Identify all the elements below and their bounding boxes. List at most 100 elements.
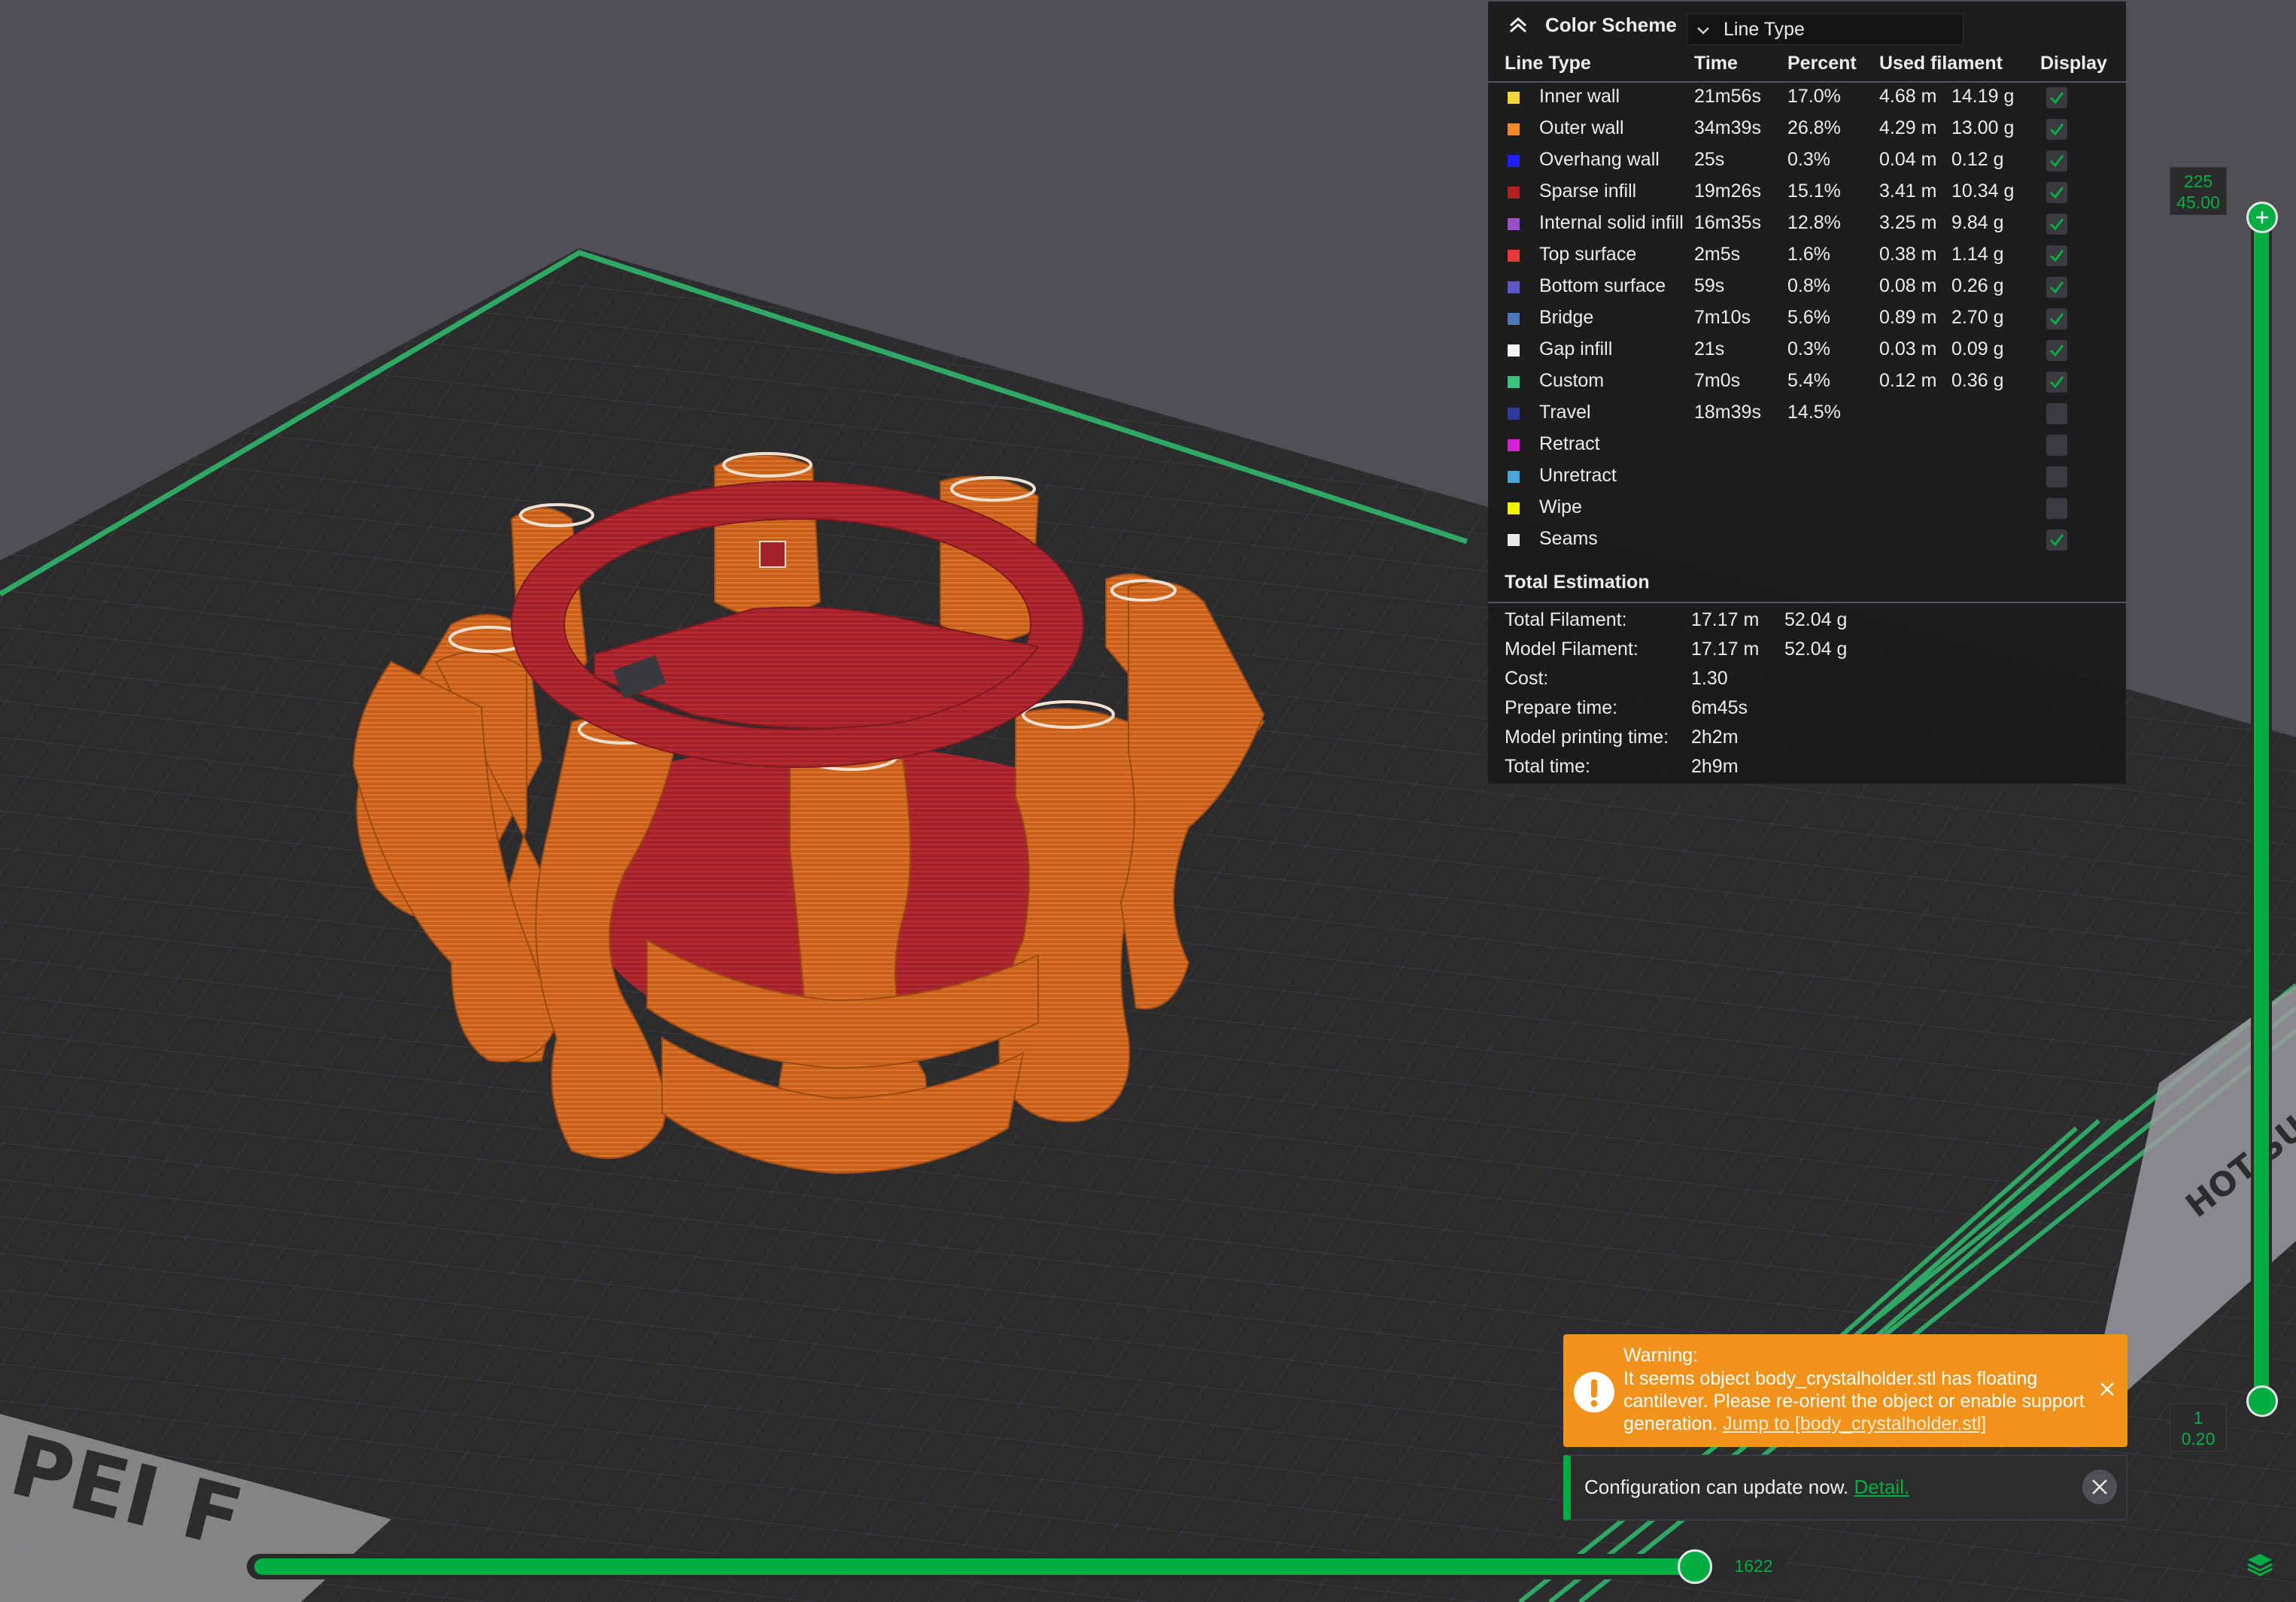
legend-row-name: Bridge <box>1539 307 1594 328</box>
estimation-value: 2h9m <box>1691 756 1739 777</box>
legend-row-length: 0.08 m <box>1879 275 1937 296</box>
estimation-value: 17.17 m <box>1691 639 1760 660</box>
legend-row-name: Inner wall <box>1539 86 1620 107</box>
display-checkbox[interactable] <box>2046 277 2067 298</box>
move-slider-value: 1622 <box>1721 1549 1786 1582</box>
bottom-layer-number: 1 <box>2193 1408 2203 1428</box>
legend-row-percent: 0.8% <box>1787 275 1830 296</box>
checkmark-icon <box>2049 187 2064 199</box>
legend-row-percent: 14.5% <box>1787 402 1841 423</box>
estimation-value-2: 52.04 g <box>1784 639 1848 660</box>
legend-row-name: Custom <box>1539 370 1605 391</box>
legend-row-weight: 13.00 g <box>1951 117 2015 138</box>
legend-row-name: Gap infill <box>1539 338 1613 360</box>
estimation-label: Total time: <box>1505 756 1590 777</box>
display-checkbox[interactable] <box>2046 182 2067 203</box>
legend-row-weight: 0.26 g <box>1951 275 2004 296</box>
config-update-notification: Configuration can update now. Detail. <box>1563 1455 2127 1521</box>
legend-row-length: 0.12 m <box>1879 370 1937 391</box>
legend-row: Custom 7m0s 5.4% 0.12 m 0.36 g <box>1488 367 2126 399</box>
legend-color-swatch <box>1508 250 1520 262</box>
legend-row-weight: 0.36 g <box>1951 370 2004 391</box>
estimation-value: 17.17 m <box>1691 609 1760 630</box>
legend-row-length: 0.89 m <box>1879 307 1937 328</box>
plus-icon <box>2256 211 2268 223</box>
layers-icon[interactable] <box>2245 1549 2275 1579</box>
close-icon <box>2092 1479 2107 1494</box>
legend-row: Unretract <box>1488 462 2126 493</box>
estimation-value: 2h2m <box>1691 727 1739 748</box>
legend-row-percent: 0.3% <box>1787 338 1830 360</box>
estimation-value-2: 52.04 g <box>1784 609 1848 630</box>
col-percent: Percent <box>1787 53 1857 74</box>
display-checkbox[interactable] <box>2046 245 2067 266</box>
legend-row-percent: 5.6% <box>1787 307 1830 328</box>
legend-color-swatch <box>1508 376 1520 388</box>
display-checkbox[interactable] <box>2046 466 2067 487</box>
legend-row-time: 2m5s <box>1694 244 1741 265</box>
legend-color-swatch <box>1508 534 1520 546</box>
checkmark-icon <box>2049 313 2064 326</box>
legend-row: Top surface 2m5s 1.6% 0.38 m 1.14 g <box>1488 241 2126 272</box>
display-checkbox[interactable] <box>2046 435 2067 456</box>
legend-row-weight: 2.70 g <box>1951 307 2004 328</box>
total-estimation-row: Model Filament: 17.17 m 52.04 g <box>1488 639 2126 667</box>
config-close-button[interactable] <box>2082 1470 2117 1504</box>
legend-column-headers: Line Type Time Percent Used filament Dis… <box>1488 50 2126 83</box>
display-checkbox[interactable] <box>2046 150 2067 171</box>
legend-row-time: 34m39s <box>1694 117 1761 138</box>
jump-to-object-link[interactable]: Jump to [body_crystalholder.stl] <box>1723 1413 1986 1434</box>
legend-row-name: Wipe <box>1539 496 1582 517</box>
layer-slider-top-thumb[interactable] <box>2246 202 2278 233</box>
legend-row-name: Retract <box>1539 433 1600 454</box>
estimation-label: Model printing time: <box>1505 727 1669 748</box>
chevron-down-icon <box>1697 27 1709 35</box>
layer-slider-range <box>2254 220 2269 1400</box>
legend-color-swatch <box>1508 218 1520 230</box>
checkmark-icon <box>2049 92 2064 105</box>
display-checkbox[interactable] <box>2046 308 2067 329</box>
move-slider-range <box>254 1558 1700 1575</box>
collapse-chevron-icon[interactable] <box>1508 15 1529 35</box>
total-estimation-row: Cost: 1.30 <box>1488 668 2126 696</box>
display-checkbox[interactable] <box>2046 498 2067 519</box>
display-checkbox[interactable] <box>2046 119 2067 140</box>
top-layer-height: 45.00 <box>2176 193 2220 212</box>
legend-row: Wipe <box>1488 493 2126 525</box>
close-icon[interactable] <box>2099 1381 2115 1397</box>
exclamation-icon <box>1574 1372 1614 1412</box>
legend-color-swatch <box>1508 344 1520 357</box>
legend-row: Seams <box>1488 525 2126 557</box>
display-checkbox[interactable] <box>2046 403 2067 424</box>
config-detail-link[interactable]: Detail. <box>1854 1476 1910 1498</box>
legend-row-percent: 12.8% <box>1787 212 1841 233</box>
config-message: Configuration can update now. <box>1584 1476 1849 1498</box>
checkmark-icon <box>2049 155 2064 168</box>
legend-row-time: 59s <box>1694 275 1725 296</box>
legend-row: Internal solid infill 16m35s 12.8% 3.25 m 9.… <box>1488 209 2126 241</box>
display-checkbox[interactable] <box>2046 372 2067 393</box>
display-checkbox[interactable] <box>2046 214 2067 235</box>
legend-row-percent: 0.3% <box>1787 149 1830 170</box>
total-estimation-row: Prepare time: 6m45s <box>1488 697 2126 726</box>
legend-row: Inner wall 21m56s 17.0% 4.68 m 14.19 g <box>1488 83 2126 114</box>
layer-slider-top-label: 225 45.00 <box>2170 167 2227 215</box>
legend-row-time: 25s <box>1694 149 1725 170</box>
display-checkbox[interactable] <box>2046 529 2067 551</box>
move-slider-thumb[interactable] <box>1678 1549 1712 1584</box>
checkmark-icon <box>2049 534 2064 547</box>
legend-row: Bottom surface 59s 0.8% 0.08 m 0.26 g <box>1488 272 2126 304</box>
legend-row-time: 7m0s <box>1694 370 1741 391</box>
legend-row-length: 3.25 m <box>1879 212 1937 233</box>
display-checkbox[interactable] <box>2046 87 2067 108</box>
legend-row-name: Seams <box>1539 528 1598 549</box>
warning-title: Warning: <box>1623 1345 1699 1366</box>
layer-slider-bottom-thumb[interactable] <box>2246 1385 2278 1417</box>
legend-row-weight: 14.19 g <box>1951 86 2015 107</box>
display-checkbox[interactable] <box>2046 340 2067 361</box>
legend-row: Overhang wall 25s 0.3% 0.04 m 0.12 g <box>1488 146 2126 177</box>
legend-row-weight: 10.34 g <box>1951 181 2015 202</box>
line-type-select[interactable]: Line Type <box>1687 14 1963 45</box>
legend-row-time: 21s <box>1694 338 1725 360</box>
legend-row-length: 0.03 m <box>1879 338 1937 360</box>
